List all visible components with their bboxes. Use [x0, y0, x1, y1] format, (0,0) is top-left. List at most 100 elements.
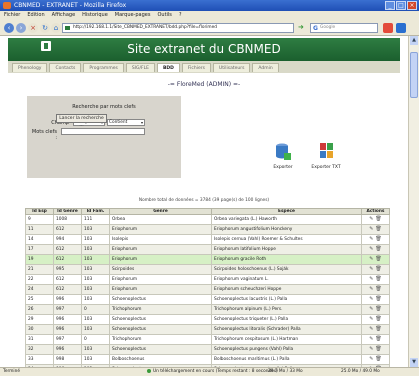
tab-bdd[interactable]: BDD	[156, 63, 180, 72]
delete-icon[interactable]: 🗑	[375, 256, 381, 264]
edit-icon[interactable]: ✎	[369, 326, 373, 334]
table-row[interactable]: 25 996 103 Schoenoplectus Schoenoplectus lac…	[25, 294, 390, 305]
table-row[interactable]: 9 1008 111 Orbea Orbea variegata (L.) Hawort…	[25, 214, 390, 225]
addon-icon[interactable]	[383, 23, 393, 33]
export-label: Exporter	[273, 165, 293, 170]
delete-icon[interactable]: 🗑	[375, 216, 381, 224]
cell-id-esp: 31	[25, 334, 54, 345]
go-arrow-icon[interactable]: ➜	[298, 23, 304, 31]
cell-genre: Scirpoides	[109, 264, 212, 275]
delete-icon[interactable]: 🗑	[375, 236, 381, 244]
table-row[interactable]: 29 996 103 Schoenoplectus Schoenoplectus tri…	[25, 314, 390, 325]
extension-icon[interactable]	[396, 23, 406, 33]
delete-icon[interactable]: 🗑	[375, 266, 381, 274]
delete-icon[interactable]: 🗑	[375, 286, 381, 294]
edit-icon[interactable]: ✎	[369, 356, 373, 364]
edit-icon[interactable]: ✎	[369, 276, 373, 284]
delete-icon[interactable]: 🗑	[375, 306, 381, 314]
forward-arrow-icon[interactable]: ›	[16, 23, 26, 33]
search-placeholder: Google	[320, 25, 336, 30]
search-button[interactable]: Lancer la recherche ...	[56, 114, 107, 128]
table-row[interactable]: 17 612 103 Eriophorum Eriophorum latifolium …	[25, 244, 390, 255]
table-row[interactable]: 33 998 103 Bolboschoenus Bolboschoenus marit…	[25, 354, 390, 365]
export-button[interactable]: Exporter	[264, 142, 302, 170]
memory-indicator-1: 29.7 Mo / 33 Mo	[268, 369, 303, 374]
mode-select[interactable]: Contient	[107, 119, 145, 126]
tab-phenology[interactable]: Phenology	[12, 63, 48, 72]
cell-actions: ✎🗑	[361, 344, 390, 355]
scrollbar-thumb[interactable]	[410, 52, 418, 98]
menu-outils[interactable]: Outils	[157, 11, 171, 20]
edit-icon[interactable]: ✎	[369, 256, 373, 264]
table-row[interactable]: 22 612 103 Eriophorum Eriophorum vaginatum L…	[25, 274, 390, 285]
tab-fichiers[interactable]: Fichiers	[181, 63, 211, 72]
table-row[interactable]: 19 612 103 Eriophorum Eriophorum gracile Rot…	[25, 254, 390, 265]
export-txt-button[interactable]: Exporter TXT	[307, 142, 345, 170]
keywords-input[interactable]	[61, 128, 145, 135]
delete-icon[interactable]: 🗑	[375, 246, 381, 254]
tab-sig-fle[interactable]: SIG/FLE	[125, 63, 155, 72]
edit-icon[interactable]: ✎	[369, 306, 373, 314]
delete-icon[interactable]: 🗑	[375, 276, 381, 284]
url-bar[interactable]: http://192.168.1.1/Site_CBNMED_EXTRANET/…	[62, 23, 294, 33]
maximize-button[interactable]: □	[396, 1, 406, 10]
delete-icon[interactable]: 🗑	[375, 336, 381, 344]
edit-icon[interactable]: ✎	[369, 286, 373, 294]
table-row[interactable]: 31 997 0 Trichophorum Trichophorum cespitosu…	[25, 334, 390, 345]
edit-icon[interactable]: ✎	[369, 336, 373, 344]
back-arrow-icon[interactable]: ‹	[4, 23, 14, 33]
menu-aide[interactable]: ?	[179, 11, 182, 20]
reload-icon[interactable]: ↻	[40, 23, 50, 33]
web-search-input[interactable]: G Google	[310, 23, 378, 33]
table-row[interactable]: 21 995 103 Scirpoides Scirpoides holoschoenu…	[25, 264, 390, 275]
table-row[interactable]: 32 996 103 Schoenoplectus Schoenoplectus pun…	[25, 344, 390, 355]
table-row[interactable]: 26 997 0 Trichophorum Trichophorum alpinum (…	[25, 304, 390, 315]
cell-id-fam: 103	[81, 314, 110, 325]
menu-historique[interactable]: Historique	[82, 11, 108, 20]
cell-id-genre: 612	[53, 274, 82, 285]
cell-espece: Bolboschoenus maritimus (L.) Palla	[211, 354, 362, 365]
edit-icon[interactable]: ✎	[369, 226, 373, 234]
menu-edition[interactable]: Edition	[27, 11, 44, 20]
minimize-button[interactable]: _	[385, 1, 395, 10]
edit-icon[interactable]: ✎	[369, 266, 373, 274]
tab-admin[interactable]: Admin	[252, 63, 279, 72]
edit-icon[interactable]: ✎	[369, 296, 373, 304]
cell-actions: ✎🗑	[361, 324, 390, 335]
stop-icon[interactable]: ×	[28, 23, 38, 33]
edit-icon[interactable]: ✎	[369, 316, 373, 324]
table-row[interactable]: 11 612 103 Eriophorum Eriophorum angustifoli…	[25, 224, 390, 235]
delete-icon[interactable]: 🗑	[375, 296, 381, 304]
edit-icon[interactable]: ✎	[369, 236, 373, 244]
close-button[interactable]: ×	[407, 1, 417, 10]
tab-programmes[interactable]: Programmes	[83, 63, 124, 72]
edit-icon[interactable]: ✎	[369, 346, 373, 354]
download-status-text: Un téléchargement en cours (Temps restan…	[153, 369, 278, 374]
cell-actions: ✎🗑	[361, 354, 390, 365]
tab-utilisateurs[interactable]: Utilisateurs	[212, 63, 251, 72]
edit-icon[interactable]: ✎	[369, 216, 373, 224]
delete-icon[interactable]: 🗑	[375, 356, 381, 364]
vertical-scrollbar[interactable]: ▲ ▼	[408, 36, 419, 367]
delete-icon[interactable]: 🗑	[375, 226, 381, 234]
home-icon[interactable]: ⌂	[51, 23, 61, 33]
menu-fichier[interactable]: Fichier	[4, 11, 20, 20]
cell-genre: Schoenoplectus	[109, 324, 212, 335]
menu-affichage[interactable]: Affichage	[52, 11, 76, 20]
cell-espece: Trichophorum alpinum (L.) Pers.	[211, 304, 362, 315]
delete-icon[interactable]: 🗑	[375, 346, 381, 354]
cell-id-esp: 25	[25, 294, 54, 305]
scroll-down-icon[interactable]: ▼	[410, 358, 418, 367]
delete-icon[interactable]: 🗑	[375, 316, 381, 324]
edit-icon[interactable]: ✎	[369, 246, 373, 254]
table-row[interactable]: 24 612 103 Eriophorum Eriophorum scheuchzeri…	[25, 284, 390, 295]
col-id-genre[interactable]: Id Genre	[53, 208, 82, 215]
tab-contacts[interactable]: Contacts	[49, 63, 82, 72]
table-row[interactable]: 14 994 103 Isolepis Isolepis cernua (Vahl) R…	[25, 234, 390, 245]
scroll-up-icon[interactable]: ▲	[410, 36, 418, 45]
cell-espece: Schoenoplectus triqueter (L.) Palla	[211, 314, 362, 325]
table-row[interactable]: 30 996 103 Schoenoplectus Schoenoplectus lit…	[25, 324, 390, 335]
cell-id-fam: 111	[81, 214, 110, 225]
menu-marque-pages[interactable]: Marque-pages	[115, 11, 151, 20]
delete-icon[interactable]: 🗑	[375, 326, 381, 334]
